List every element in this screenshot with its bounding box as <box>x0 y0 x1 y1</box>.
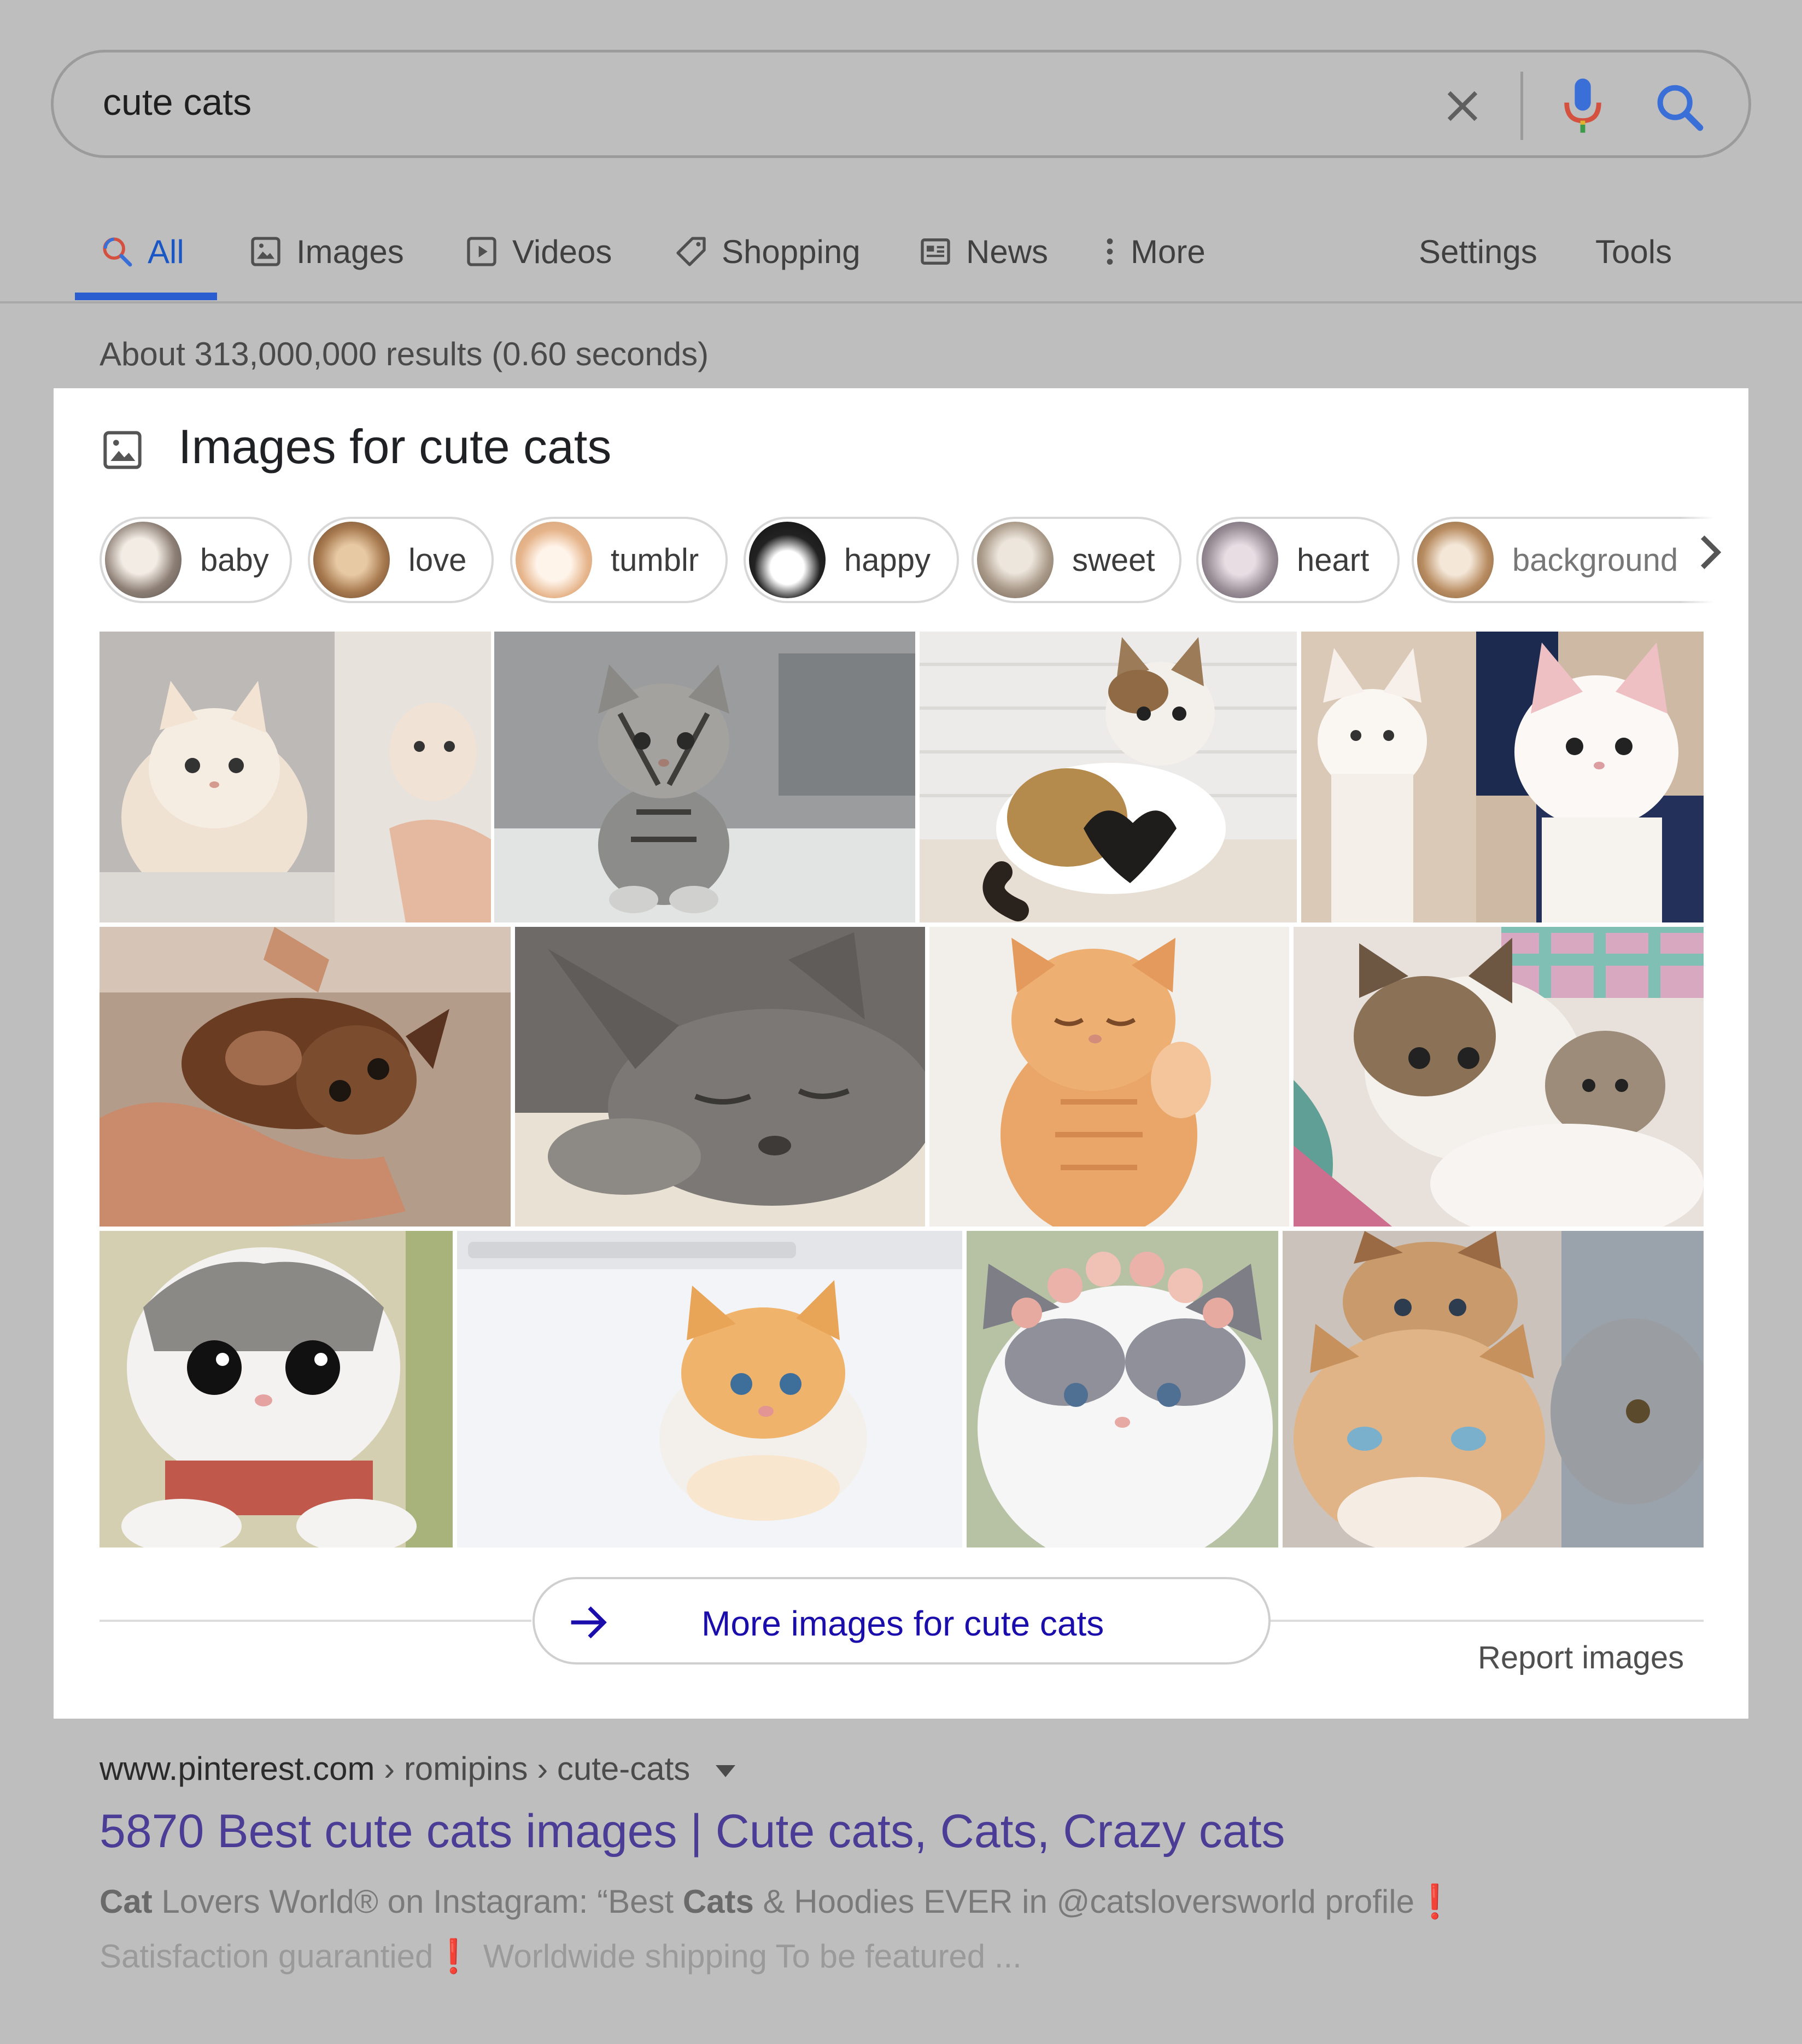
chip-thumbnail <box>977 522 1054 598</box>
image-result[interactable] <box>1301 632 1704 922</box>
chip-thumbnail <box>749 522 826 598</box>
result-url[interactable]: www.pinterest.com › romipins › cute-cats <box>100 1750 735 1788</box>
search-tabs: All Images Videos Shopping News More Set… <box>0 202 1802 301</box>
tab-news[interactable]: News <box>918 224 1048 279</box>
snippet-line-1: Cat Lovers World® on Instagram: “Best Ca… <box>100 1874 1455 1929</box>
tab-label: More <box>1131 233 1206 270</box>
tab-all[interactable]: All <box>100 224 184 279</box>
exclamation-icon: ❗ <box>433 1938 475 1975</box>
more-vert-icon <box>1107 238 1113 265</box>
chip-baby[interactable]: baby <box>100 517 292 603</box>
snippet-text: Worldwide shipping To be featured ... <box>474 1938 1022 1975</box>
chip-heart[interactable]: heart <box>1196 517 1400 603</box>
search-input[interactable]: cute cats <box>103 81 251 124</box>
tools-link[interactable]: Tools <box>1595 224 1672 279</box>
chip-happy[interactable]: happy <box>744 517 959 603</box>
tab-videos[interactable]: Videos <box>464 224 612 279</box>
chip-label: tumblr <box>611 542 699 578</box>
tab-shopping[interactable]: Shopping <box>674 224 861 279</box>
tag-icon <box>676 237 706 266</box>
image-result[interactable] <box>494 632 915 922</box>
chip-thumbnail <box>1417 522 1494 598</box>
result-breadcrumb: › romipins › cute-cats <box>375 1750 691 1787</box>
snippet-text: & Hoodies EVER in @catsloversworld profi… <box>753 1883 1414 1920</box>
snippet-highlight: Cats <box>682 1883 754 1920</box>
newspaper-icon <box>921 238 950 265</box>
active-tab-indicator <box>75 293 217 300</box>
chip-sweet[interactable]: sweet <box>972 517 1181 603</box>
chip-tumblr[interactable]: tumblr <box>510 517 728 603</box>
arrow-right-icon <box>571 1606 607 1639</box>
chip-label: heart <box>1297 542 1370 578</box>
tabs-divider <box>0 301 1802 303</box>
search-icon[interactable] <box>1652 80 1707 135</box>
image-result[interactable] <box>929 927 1289 1227</box>
image-result[interactable] <box>967 1231 1278 1547</box>
tab-label: Images <box>296 233 404 270</box>
search-bar[interactable]: cute cats <box>51 50 1751 158</box>
chip-label: baby <box>200 542 269 578</box>
image-pack-title: Images for cute cats <box>178 419 612 474</box>
result-title-link[interactable]: 5870 Best cute cats images | Cute cats, … <box>100 1804 1285 1859</box>
more-images-button[interactable]: More images for cute cats <box>533 1577 1271 1665</box>
play-icon <box>467 237 496 266</box>
snippet-text: Lovers World® on Instagram: “Best <box>152 1883 683 1920</box>
image-pack: Images for cute cats baby love tumblr ha… <box>54 388 1748 1719</box>
tab-label: Videos <box>512 233 612 270</box>
image-result[interactable] <box>100 632 491 922</box>
chip-label: background <box>1512 542 1678 578</box>
chip-thumbnail <box>516 522 592 598</box>
image-result[interactable] <box>100 1231 453 1547</box>
snippet-text: Satisfaction guarantied <box>100 1938 434 1975</box>
divider-left <box>100 1620 531 1622</box>
snippet-highlight: Cat <box>100 1883 153 1920</box>
close-icon[interactable] <box>1440 83 1485 129</box>
chip-label: sweet <box>1072 542 1155 578</box>
microphone-icon[interactable] <box>1558 77 1607 137</box>
refinement-chips: baby love tumblr happy sweet heart backg… <box>100 517 1729 604</box>
image-icon <box>103 431 142 469</box>
image-icon <box>251 237 280 266</box>
tab-label: Shopping <box>722 233 861 270</box>
snippet-line-2: Satisfaction guarantied❗ Worldwide shipp… <box>100 1929 1455 1984</box>
chip-love[interactable]: love <box>308 517 494 603</box>
image-result[interactable] <box>920 632 1297 922</box>
chip-thumbnail <box>1202 522 1278 598</box>
tab-label: News <box>966 233 1049 270</box>
image-result[interactable] <box>457 1231 962 1547</box>
image-result[interactable] <box>1283 1231 1704 1547</box>
settings-link[interactable]: Settings <box>1419 224 1537 279</box>
image-result[interactable] <box>515 927 925 1227</box>
tab-images[interactable]: Images <box>248 224 404 279</box>
result-domain: www.pinterest.com <box>100 1750 375 1787</box>
chip-label: happy <box>844 542 931 578</box>
image-result[interactable] <box>1294 927 1704 1227</box>
search-bar-divider <box>1520 72 1523 140</box>
more-images-label: More images for cute cats <box>701 1604 1104 1643</box>
chevron-right-icon[interactable] <box>1694 522 1727 582</box>
report-images-link[interactable]: Report images <box>1478 1639 1684 1676</box>
exclamation-icon: ❗ <box>1414 1883 1455 1920</box>
caret-down-icon[interactable] <box>715 1765 735 1778</box>
image-grid <box>100 632 1704 1547</box>
image-result[interactable] <box>100 927 511 1227</box>
tab-more[interactable]: More <box>1099 224 1206 279</box>
divider-right <box>1270 1620 1704 1622</box>
search-icon <box>103 237 132 267</box>
chip-label: love <box>408 542 467 578</box>
tab-label: All <box>148 233 184 270</box>
results-stats: About 313,000,000 results (0.60 seconds) <box>100 336 709 372</box>
result-snippet: Cat Lovers World® on Instagram: “Best Ca… <box>100 1874 1455 1984</box>
chip-thumbnail <box>105 522 182 598</box>
chip-thumbnail <box>313 522 390 598</box>
